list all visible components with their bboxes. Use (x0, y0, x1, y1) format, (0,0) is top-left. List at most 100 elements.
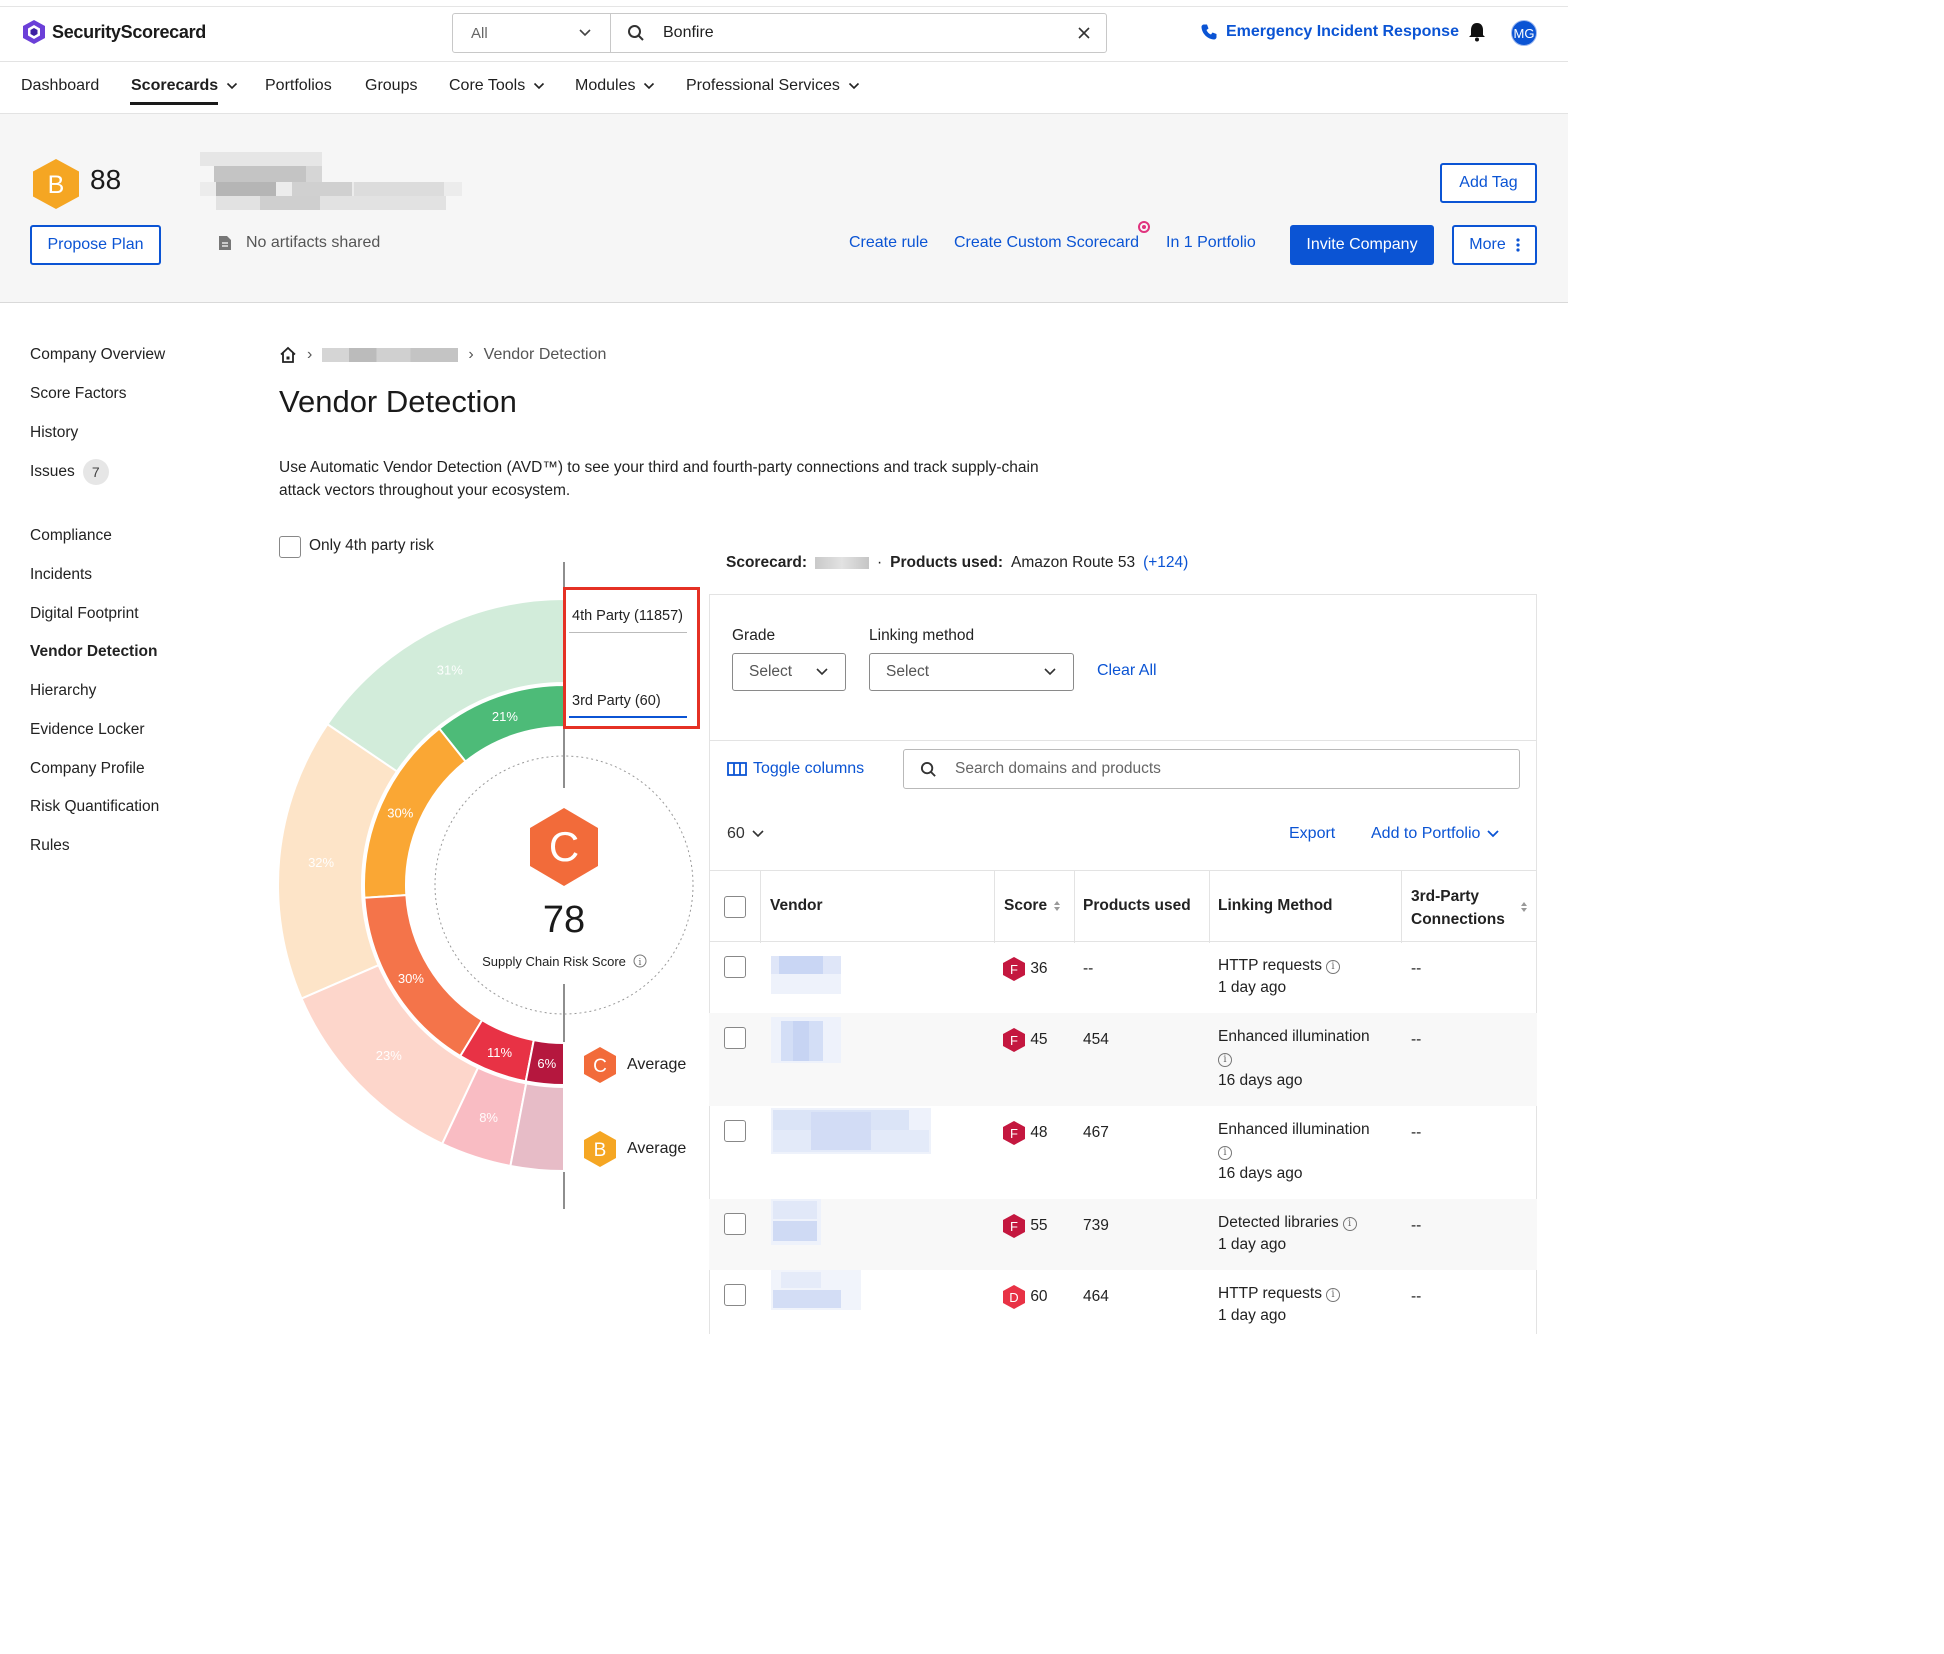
propose-plan-button[interactable]: Propose Plan (30, 225, 161, 265)
info-icon[interactable]: i (1342, 1217, 1357, 1231)
only-4th-party-checkbox[interactable] (279, 536, 301, 558)
column-header-score[interactable]: Score (1004, 897, 1061, 915)
sidebar-item-incidents[interactable]: Incidents (30, 566, 92, 584)
document-icon (219, 236, 231, 250)
vendor-name-redacted[interactable] (771, 1270, 861, 1310)
sidebar-item-compliance[interactable]: Compliance (30, 527, 112, 545)
info-icon[interactable]: i (1218, 1146, 1232, 1160)
select-all-checkbox[interactable] (724, 896, 746, 918)
info-icon[interactable]: i (1325, 1288, 1340, 1302)
sidebar-item-vendor-detection[interactable]: Vendor Detection (30, 643, 157, 661)
info-icon[interactable]: i (1325, 960, 1340, 974)
grade-filter-select[interactable]: Select (732, 653, 846, 691)
nav-professional-services[interactable]: Professional Services (686, 77, 860, 95)
sidebar-item-risk-quantification[interactable]: Risk Quantification (30, 798, 159, 816)
info-icon[interactable]: i (1218, 1053, 1232, 1067)
sidebar-item-company-profile[interactable]: Company Profile (30, 760, 145, 778)
clear-search-icon[interactable] (1078, 27, 1090, 39)
products-more-link[interactable]: (+124) (1143, 554, 1188, 572)
linking-method-cell: HTTP requests i 1 day ago (1218, 1283, 1340, 1327)
info-icon[interactable]: i (633, 954, 647, 968)
donut-slice-label: 30% (387, 806, 413, 821)
vendor-name-redacted[interactable] (771, 956, 841, 994)
tab-4th-party[interactable]: 4th Party (11857) (572, 608, 683, 624)
row-checkbox[interactable] (724, 1027, 746, 1049)
table-row[interactable]: F 48 467 Enhanced illumination i 16 days… (709, 1106, 1537, 1199)
clear-all-filters-link[interactable]: Clear All (1097, 662, 1157, 680)
home-icon[interactable] (279, 346, 297, 364)
sidebar-item-rules[interactable]: Rules (30, 837, 70, 855)
create-custom-scorecard-link[interactable]: Create Custom Scorecard (954, 234, 1139, 252)
toggle-columns-button[interactable]: Toggle columns (727, 760, 864, 778)
row-checkbox[interactable] (724, 1213, 746, 1235)
nav-core-tools[interactable]: Core Tools (449, 77, 545, 95)
chevron-down-icon (227, 82, 238, 90)
nav-portfolios[interactable]: Portfolios (265, 77, 332, 95)
products-link[interactable]: 464 (1083, 1286, 1109, 1308)
invite-company-button[interactable]: Invite Company (1290, 225, 1434, 265)
add-tag-button[interactable]: Add Tag (1440, 163, 1537, 203)
chevron-down-icon (816, 668, 828, 676)
tab-3rd-party[interactable]: 3rd Party (60) (572, 693, 661, 709)
sidebar-item-history[interactable]: History (30, 424, 78, 442)
table-row[interactable]: F 45 454 Enhanced illumination i 16 days… (709, 1013, 1537, 1106)
global-search: All Bonfire (452, 13, 1107, 53)
brand-logo[interactable]: SecurityScorecard (22, 19, 206, 45)
search-input[interactable]: Bonfire (611, 14, 1106, 52)
breadcrumb-company-redacted[interactable] (322, 348, 459, 362)
export-button[interactable]: Export (1289, 825, 1335, 843)
vendor-name-redacted[interactable] (771, 1108, 931, 1154)
table-header: Vendor Score Products used Linking Metho… (709, 870, 1537, 943)
nav-scorecards[interactable]: Scorecards (131, 77, 238, 95)
emergency-incident-response-link[interactable]: Emergency Incident Response (1200, 23, 1459, 41)
sidebar-item-evidence-locker[interactable]: Evidence Locker (30, 721, 145, 739)
user-avatar[interactable]: MG (1511, 20, 1537, 46)
row-checkbox[interactable] (724, 1120, 746, 1142)
sidebar-item-issues[interactable]: Issues 7 (30, 459, 109, 485)
linking-method-value: Enhanced illumination (1218, 1121, 1370, 1138)
search-scope-select[interactable]: All (453, 14, 611, 52)
linking-time-value: 1 day ago (1218, 1236, 1287, 1253)
score-cell: F 55 (1002, 1213, 1048, 1239)
row-checkbox[interactable] (724, 956, 746, 978)
column-header-vendor[interactable]: Vendor (770, 897, 823, 915)
vendor-name-redacted[interactable] (771, 1199, 821, 1245)
products-used-label: Products used: (890, 554, 1003, 571)
sidebar-item-company-overview[interactable]: Company Overview (30, 346, 165, 364)
table-row[interactable]: D 60 464 HTTP requests i 1 day ago -- (709, 1270, 1537, 1334)
products-link[interactable]: 739 (1083, 1215, 1109, 1237)
column-header-linking-method[interactable]: Linking Method (1218, 897, 1333, 915)
linking-method-filter-select[interactable]: Select (869, 653, 1074, 691)
nav-modules[interactable]: Modules (575, 77, 655, 95)
breadcrumb: › › Vendor Detection (279, 346, 606, 364)
notifications-bell-icon[interactable] (1467, 21, 1487, 43)
nav-dashboard[interactable]: Dashboard (21, 77, 99, 95)
linking-method-value: HTTP requests (1218, 957, 1322, 974)
table-row[interactable]: F 36 -- HTTP requests i 1 day ago -- (709, 942, 1537, 1013)
page-size-select[interactable]: 60 (727, 825, 765, 843)
nav-groups[interactable]: Groups (365, 77, 417, 95)
create-rule-link[interactable]: Create rule (849, 234, 928, 252)
sidebar-item-hierarchy[interactable]: Hierarchy (30, 682, 96, 700)
table-row[interactable]: F 55 739 Detected libraries i 1 day ago -… (709, 1199, 1537, 1270)
column-header-products-used[interactable]: Products used (1083, 897, 1191, 915)
row-checkbox[interactable] (724, 1284, 746, 1306)
sidebar-item-score-factors[interactable]: Score Factors (30, 385, 126, 403)
connections-cell: -- (1411, 960, 1422, 977)
column-header-3rd-party-connections[interactable]: 3rd-Party Connections (1411, 885, 1511, 931)
sidebar-item-digital-footprint[interactable]: Digital Footprint (30, 605, 139, 623)
products-link[interactable]: 454 (1083, 1029, 1109, 1051)
sort-icon[interactable] (1520, 901, 1528, 913)
more-button[interactable]: More (1452, 225, 1537, 265)
chevron-down-icon (579, 29, 591, 37)
vendor-name-redacted[interactable] (771, 1017, 841, 1063)
domain-product-search-input[interactable]: Search domains and products (903, 749, 1520, 789)
artifacts-status: No artifacts shared (218, 234, 380, 252)
chevron-down-icon (534, 82, 545, 90)
in-portfolio-link[interactable]: In 1 Portfolio (1166, 234, 1256, 252)
products-link[interactable]: 467 (1083, 1122, 1109, 1144)
add-to-portfolio-label: Add to Portfolio (1371, 825, 1481, 842)
linking-method-filter-value: Select (886, 663, 930, 680)
add-to-portfolio-button[interactable]: Add to Portfolio (1371, 825, 1500, 843)
products-used-value: Amazon Route 53 (1010, 554, 1136, 571)
